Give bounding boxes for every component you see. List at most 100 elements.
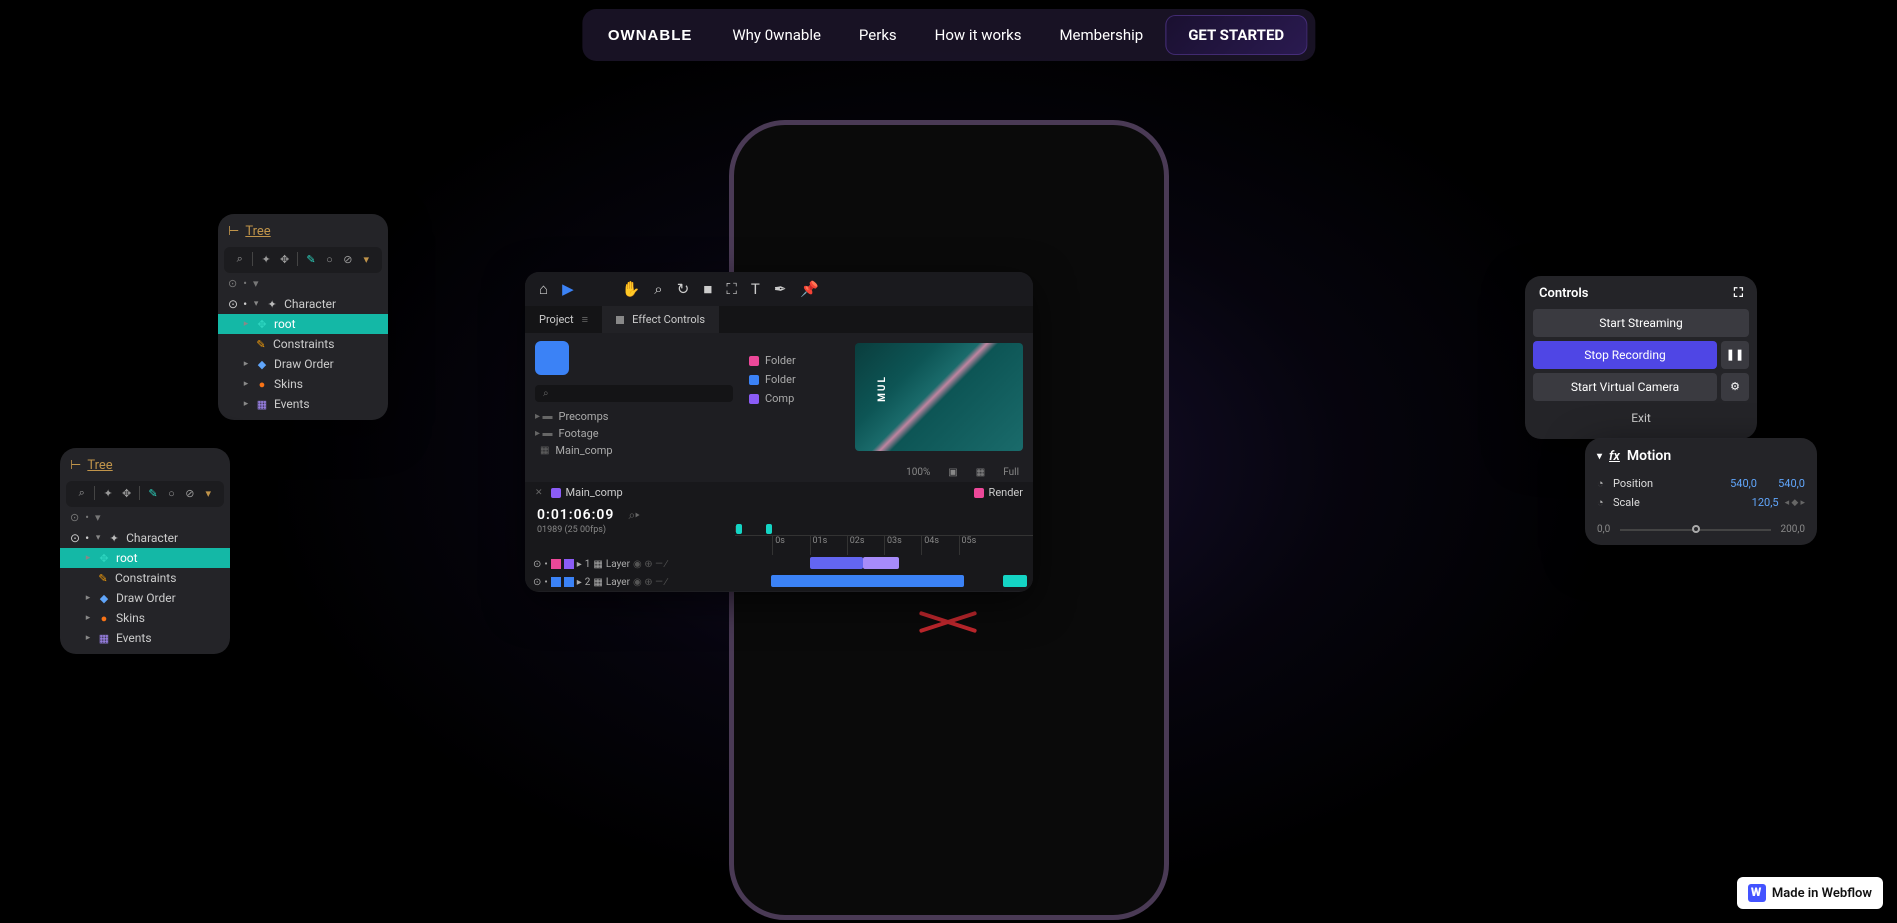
navbar: OWNABLE Why 0wnable Perks How it works M… [582,9,1315,61]
tree-item-events[interactable]: ▸▦Events [60,628,230,648]
move-icon[interactable]: ✥ [119,485,134,501]
tree-icon: ⊢ [228,224,239,239]
tree-item-draw-order[interactable]: ▸◆Draw Order [60,588,230,608]
search-input[interactable]: ⌕ [535,385,733,402]
tree-title: Tree [245,224,270,239]
filter-icon[interactable]: ▾ [359,251,374,267]
motion-slider[interactable]: 0,0 200,0 [1597,512,1805,535]
nav-why[interactable]: Why 0wnable [716,16,837,54]
folder-main[interactable]: ▦Main_comp [535,442,733,459]
thumbnail[interactable] [535,341,569,375]
pause-button[interactable]: ❚❚ [1721,341,1749,369]
dot-icon: • [243,277,247,290]
tree-item-skins[interactable]: ▸●Skins [60,608,230,628]
tree-item-character[interactable]: ⊙•▾✦Character [218,294,388,314]
camera-icon[interactable]: ■ [703,280,712,298]
time-ruler[interactable]: 0s01s02s03s04s05s [735,535,1033,555]
position-row: ◔ Position 540,0 540,0 [1597,474,1805,493]
tree-icon: ⊢ [70,458,81,473]
eye-icon[interactable]: ⊙ [70,511,79,524]
fit-value[interactable]: Full [1003,467,1019,478]
stopwatch-icon[interactable]: ◔ [1597,496,1613,509]
eye-icon[interactable]: ⊙ [228,277,237,290]
chevron-down-icon[interactable]: ▾ [1597,451,1602,462]
exit-button[interactable]: Exit [1533,405,1749,431]
folder-precomps[interactable]: ▸ ▬Precomps [535,408,733,425]
tree-toolbar: ⌕ ✦ ✥ ✎ ○ ⊘ ▾ [224,247,382,273]
nav-how[interactable]: How it works [919,16,1038,54]
timeline-tab-main[interactable]: Main_comp [551,486,623,499]
start-streaming-button[interactable]: Start Streaming [1533,309,1749,337]
search-icon[interactable]: ⌕ [232,251,247,267]
get-started-button[interactable]: GET STARTED [1165,15,1307,55]
link-icon[interactable]: ⊘ [182,485,197,501]
nav-membership[interactable]: Membership [1043,16,1159,54]
layer-row-2[interactable]: ⊙•▸2▦Layer◉ ⊕ — ∕ [525,573,1033,591]
close-icon[interactable]: ✕ [535,488,543,498]
keyframe-nav[interactable]: ◂ ◆ ▸ [1779,498,1805,508]
nav-perks[interactable]: Perks [843,16,913,54]
editor-tabs: Project≡ Effect Controls [525,306,1033,333]
tree-item-constraints[interactable]: ✎Constraints [218,334,388,354]
crop-icon[interactable]: ⛶ [726,280,737,298]
tree-header: ⊢ Tree [60,458,230,481]
project-browser: ⌕ ▸ ▬Precomps ▸ ▬Footage ▦Main_comp [525,333,743,463]
tree-meta: ⊙•▾ [60,507,230,528]
search-icon[interactable]: ⌕▸ [628,508,639,523]
preview-frame [855,343,1023,451]
circle-icon[interactable]: ○ [322,251,337,267]
controls-panel: Controls⛶ Start Streaming Stop Recording… [1525,276,1757,439]
position-y[interactable]: 540,0 [1757,477,1805,490]
search-icon[interactable]: ⌕ [74,485,89,501]
rotate-icon[interactable]: ↻ [677,280,690,298]
home-icon[interactable]: ⌂ [539,280,548,298]
pin-icon[interactable]: 📌 [800,280,819,298]
grid-icon[interactable]: ▦ [976,467,985,478]
webflow-icon [1748,884,1766,902]
effects-tab[interactable]: Effect Controls [602,306,719,333]
timecode: 0:01:06:09 [537,507,614,523]
pen-icon[interactable]: ✎ [303,251,318,267]
project-tab[interactable]: Project≡ [525,306,602,333]
tree-item-root[interactable]: ▸✥root [218,314,388,334]
position-x[interactable]: 540,0 [1709,477,1757,490]
zoom-value[interactable]: 100% [906,467,930,478]
hand-icon[interactable]: ✋ [622,280,641,298]
scale-value[interactable]: 120,5 [1731,496,1779,509]
pen-icon[interactable]: ✎ [145,485,160,501]
folder-footage[interactable]: ▸ ▬Footage [535,425,733,442]
tree-meta: ⊙•▾ [218,273,388,294]
fx-icon: fx [1609,449,1620,464]
start-vcam-button[interactable]: Start Virtual Camera [1533,373,1717,401]
text-icon[interactable]: T [751,280,760,298]
plus-icon[interactable]: ✦ [258,251,273,267]
tree-item-root[interactable]: ▸✥root [60,548,230,568]
timeline: ✕ Main_comp Render 0:01:06:09 ⌕▸ 01989 (… [525,482,1033,591]
tree-item-constraints[interactable]: ✎Constraints [60,568,230,588]
expand-icon[interactable]: ⛶ [1734,286,1743,301]
pen-icon[interactable]: ✒ [774,280,787,298]
tree-item-draw-order[interactable]: ▸◆Draw Order [218,354,388,374]
stopwatch-icon[interactable]: ◔ [1597,477,1613,490]
cursor-icon[interactable]: ▶ [562,280,574,298]
link-icon[interactable]: ⊘ [340,251,355,267]
stop-recording-button[interactable]: Stop Recording [1533,341,1717,369]
video-editor-panel: ⌂ ▶ ✋ ⌕ ↻ ■ ⛶ T ✒ 📌 Project≡ Effect Cont… [525,272,1033,592]
settings-button[interactable]: ⚙ [1721,373,1749,401]
plus-icon[interactable]: ✦ [100,485,115,501]
tree-item-character[interactable]: ⊙•▾✦Character [60,528,230,548]
zoom-icon[interactable]: ⌕ [654,280,662,298]
motion-title: Motion [1627,448,1671,464]
tree-item-events[interactable]: ▸▦Events [218,394,388,414]
camera-icon[interactable]: ▣ [948,467,957,478]
move-icon[interactable]: ✥ [277,251,292,267]
logo[interactable]: OWNABLE [590,27,711,44]
slider-knob[interactable] [1692,525,1700,533]
timeline-tab-render[interactable]: Render [974,486,1023,499]
layer-row-1[interactable]: ⊙•▸1▦Layer◉ ⊕ — ∕ [525,555,1033,573]
webflow-badge[interactable]: Made in Webflow [1737,877,1883,909]
filter-icon[interactable]: ▾ [201,485,216,501]
tree-title: Tree [87,458,112,473]
tree-item-skins[interactable]: ▸●Skins [218,374,388,394]
circle-icon[interactable]: ○ [164,485,179,501]
